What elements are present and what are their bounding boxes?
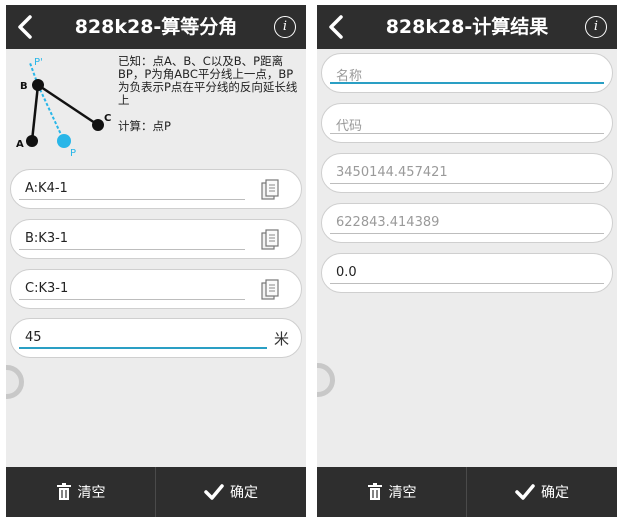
back-arrow-icon[interactable] — [325, 14, 349, 40]
height-value: 0.0 — [336, 265, 357, 280]
info-icon[interactable]: i — [585, 16, 607, 38]
copy-icon[interactable] — [261, 229, 279, 251]
field-underline — [19, 199, 245, 200]
trash-icon — [367, 483, 382, 500]
point-a-field[interactable]: A:K4-1 — [10, 169, 302, 209]
back-arrow-icon[interactable] — [14, 14, 38, 40]
code-placeholder: 代码 — [336, 119, 363, 134]
point-c-field[interactable]: C:K3-1 — [10, 269, 302, 309]
east-coordinate-placeholder: 622843.414389 — [336, 215, 440, 230]
checkmark-icon — [204, 484, 224, 500]
confirm-label: 确定 — [541, 485, 569, 501]
angle-bisector-diagram-icon: P' B A C P — [16, 57, 111, 159]
clear-button[interactable]: 清空 — [317, 467, 467, 517]
copy-icon[interactable] — [261, 179, 279, 201]
point-b-value: B:K3-1 — [25, 231, 69, 246]
north-coordinate-field[interactable]: 3450144.457421 — [321, 153, 613, 193]
confirm-button[interactable]: 确定 — [467, 467, 617, 517]
clear-label: 清空 — [388, 485, 417, 501]
result-screen: 828k28-计算结果 i 名称 代码 3450144.457421 62284… — [317, 5, 617, 517]
field-underline — [330, 133, 604, 134]
copy-icon[interactable] — [261, 279, 279, 301]
name-field[interactable]: 名称 — [321, 53, 613, 93]
description-text: 已知：点A、B、C以及B、P距离BP，P为角ABC平分线上一点，BP为负表示P点… — [118, 55, 298, 107]
east-coordinate-field[interactable]: 622843.414389 — [321, 203, 613, 243]
clear-label: 清空 — [77, 485, 106, 501]
label-p-prime: P' — [34, 57, 43, 68]
field-underline — [19, 299, 245, 300]
label-p: P — [70, 148, 76, 159]
north-coordinate-placeholder: 3450144.457421 — [336, 165, 448, 180]
distance-unit: 米 — [273, 330, 289, 348]
field-underline — [330, 183, 604, 184]
distance-field[interactable]: 45 米 — [10, 318, 302, 358]
bottom-bar: 清空 确定 — [6, 467, 306, 517]
checkmark-icon — [515, 484, 535, 500]
point-a-value: A:K4-1 — [25, 181, 68, 196]
point-b-field[interactable]: B:K3-1 — [10, 219, 302, 259]
problem-description: 已知：点A、B、C以及B、P距离BP，P为角ABC平分线上一点，BP为负表示P点… — [118, 55, 304, 163]
field-underline-active — [330, 82, 604, 84]
title-bar: 828k28-算等分角 i — [6, 5, 306, 49]
title-bar: 828k28-计算结果 i — [317, 5, 617, 49]
point-c-value: C:K3-1 — [25, 281, 69, 296]
field-underline-active — [19, 347, 267, 349]
info-icon[interactable]: i — [274, 16, 296, 38]
confirm-label: 确定 — [230, 485, 258, 501]
bottom-bar: 清空 确定 — [317, 467, 617, 517]
scroll-handle[interactable] — [6, 365, 24, 399]
field-underline — [330, 233, 604, 234]
field-underline — [19, 249, 245, 250]
code-field[interactable]: 代码 — [321, 103, 613, 143]
trash-icon — [56, 483, 71, 500]
calc-screen: 828k28-算等分角 i P' B A C P 已知：点A、B、C以及B、P距… — [6, 5, 306, 517]
label-c: C — [104, 113, 111, 124]
label-a: A — [16, 139, 24, 150]
page-title: 828k28-计算结果 — [385, 16, 549, 38]
height-field[interactable]: 0.0 — [321, 253, 613, 293]
confirm-button[interactable]: 确定 — [156, 467, 306, 517]
description-cut-text: 计算：点P — [118, 119, 171, 133]
field-underline — [330, 283, 604, 284]
scroll-handle[interactable] — [317, 363, 335, 397]
clear-button[interactable]: 清空 — [6, 467, 156, 517]
label-b: B — [20, 81, 28, 92]
page-title: 828k28-算等分角 — [74, 16, 238, 38]
distance-value: 45 — [25, 330, 42, 345]
